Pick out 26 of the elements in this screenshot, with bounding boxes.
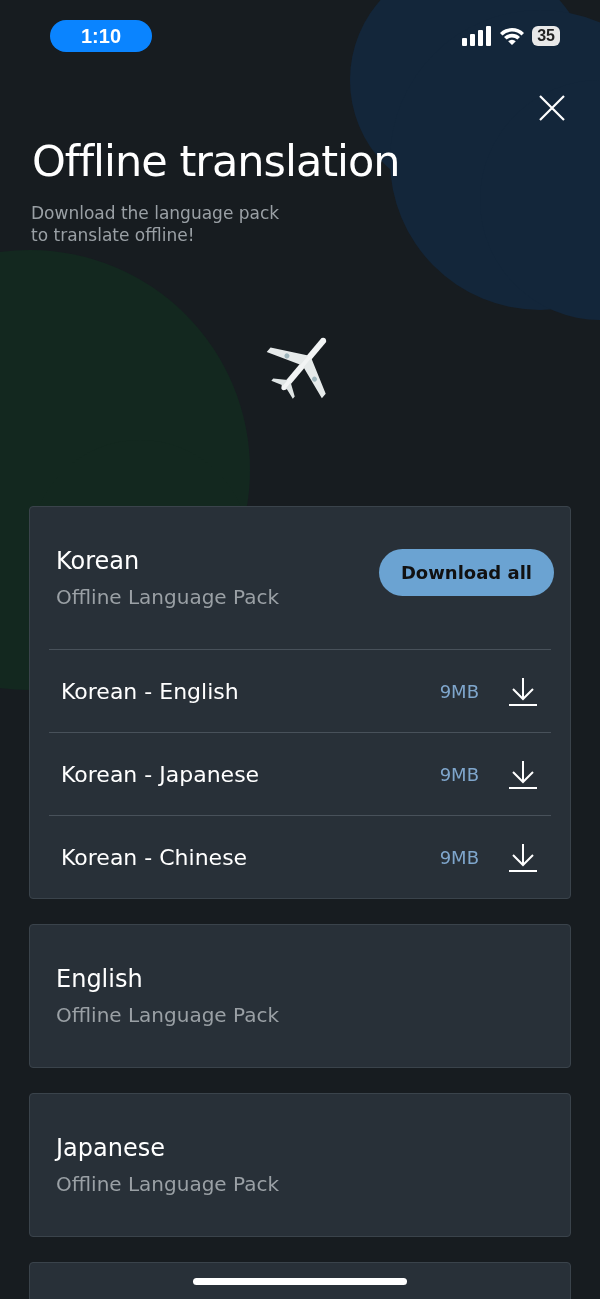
page-title: Offline translation bbox=[32, 136, 401, 186]
wifi-icon bbox=[499, 26, 526, 46]
language-card[interactable]: Japanese Offline Language Pack bbox=[29, 1093, 571, 1237]
status-time: 1:10 bbox=[50, 20, 152, 52]
language-name: English bbox=[56, 965, 144, 993]
language-card[interactable]: Korean Offline Language Pack Download all Korean - English 9MB Korean - Japanese 9MB Korean - Chinese 9MB bbox=[29, 506, 571, 899]
download-icon[interactable] bbox=[507, 675, 539, 707]
pack-size: 9MB bbox=[439, 846, 479, 868]
language-pair: Korean - English bbox=[61, 678, 240, 704]
language-pair: Korean - Chinese bbox=[61, 844, 249, 870]
signal-icon bbox=[462, 26, 493, 46]
language-name: Korean bbox=[56, 547, 141, 575]
close-button[interactable] bbox=[538, 94, 566, 122]
download-icon[interactable] bbox=[507, 841, 539, 873]
download-icon[interactable] bbox=[507, 758, 539, 790]
language-card[interactable]: English Offline Language Pack bbox=[29, 924, 571, 1068]
download-all-button[interactable]: Download all bbox=[378, 549, 554, 596]
language-pair: Korean - Japanese bbox=[61, 761, 261, 787]
pack-label: Offline Language Pack bbox=[56, 1172, 280, 1196]
battery-level: 35 bbox=[532, 26, 560, 46]
page-subtitle: Download the language pack to translate offline! bbox=[31, 202, 281, 246]
pack-label: Offline Language Pack bbox=[56, 585, 280, 609]
pack-label: Offline Language Pack bbox=[56, 1003, 280, 1027]
pack-size: 9MB bbox=[439, 763, 479, 785]
language-name: Japanese bbox=[56, 1134, 166, 1162]
pack-size: 9MB bbox=[439, 680, 479, 702]
